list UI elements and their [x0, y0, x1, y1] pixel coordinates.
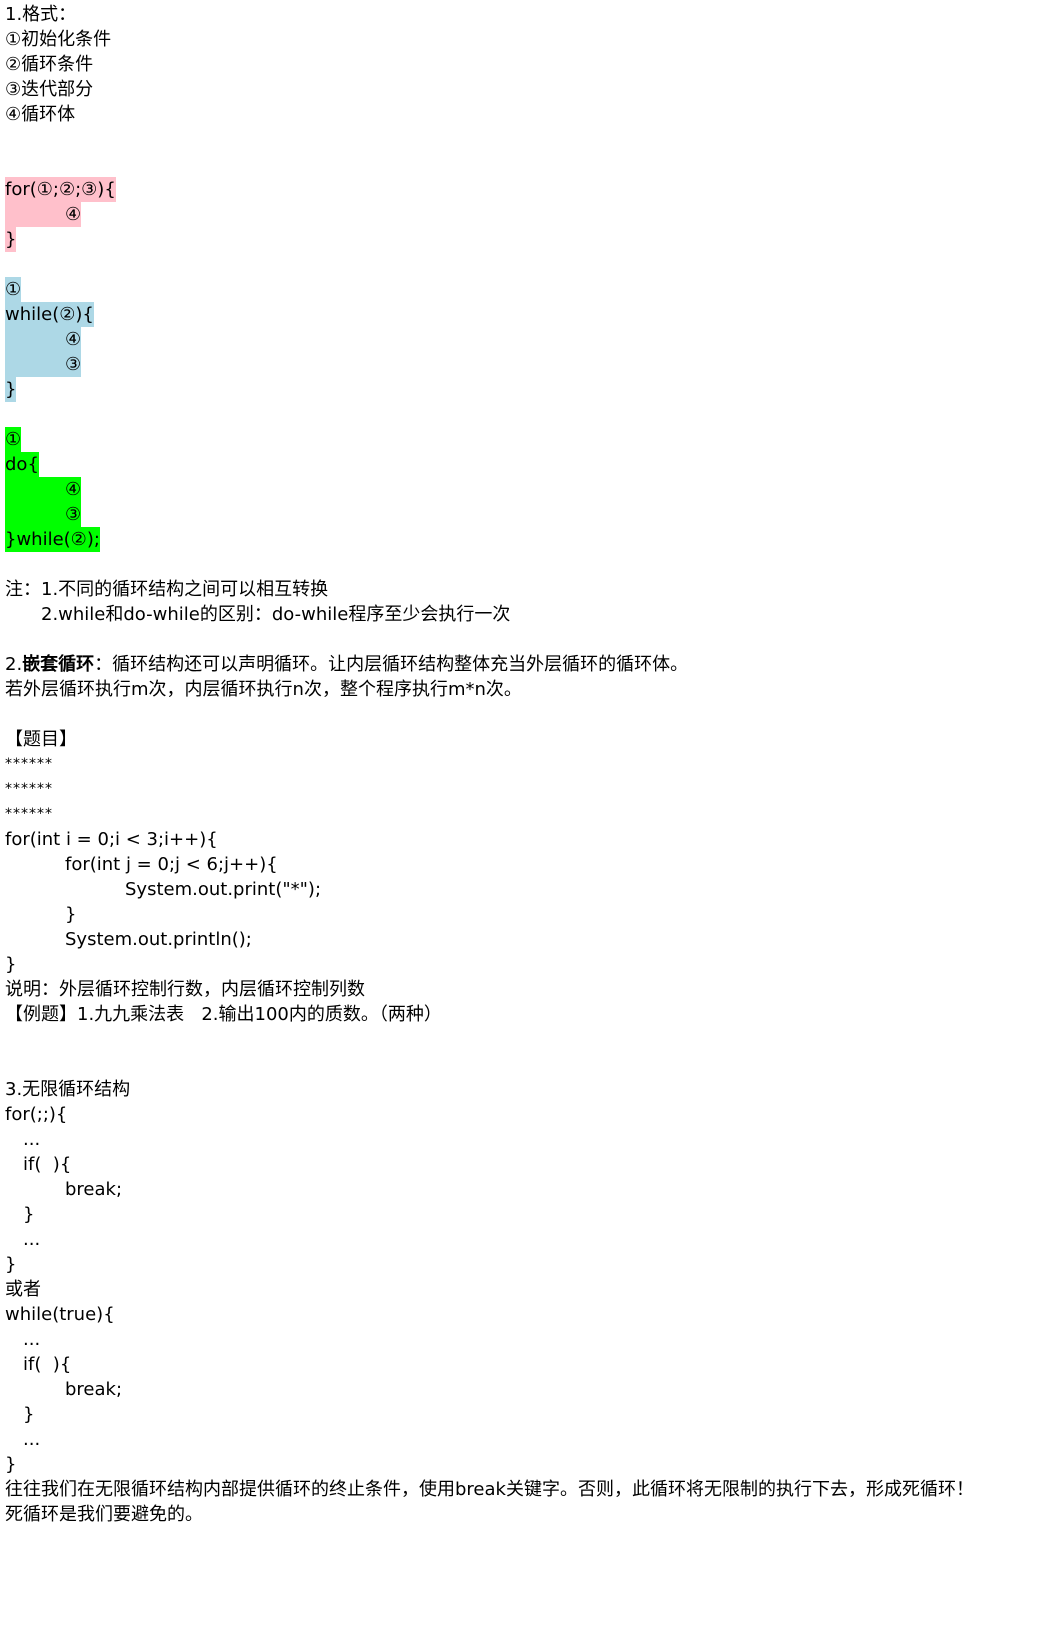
while-code-text: } — [5, 377, 17, 402]
section2-heading: 2.嵌套循环：循环结构还可以声明循环。让内层循环结构整体充当外层循环的循环体。 — [5, 652, 1030, 677]
do-code-text: ① — [5, 427, 22, 452]
do-code-text: ③ — [5, 502, 82, 527]
while-code-line: ③ — [5, 352, 1030, 377]
star-row: ****** — [5, 756, 53, 772]
do-code-text: }while(②); — [5, 527, 100, 552]
code-line: } — [23, 1404, 35, 1425]
document-body: 1.格式： ①初始化条件 ②循环条件 ③迭代部分 ④循环体 for(①;②;③)… — [5, 2, 1030, 1527]
while-code-text: while(②){ — [5, 302, 94, 327]
code-line: System.out.println(); — [65, 929, 252, 950]
note-line-2: 2.while和do-while的区别：do-while程序至少会执行一次 — [41, 604, 511, 625]
while-code-line: } — [5, 377, 1030, 402]
code-line: } — [65, 904, 77, 925]
note-line-1: 注：1.不同的循环结构之间可以相互转换 — [5, 579, 329, 600]
code-line: ... — [23, 1129, 41, 1150]
for-code-line: for(①;②;③){ — [5, 177, 1030, 202]
code-line: if( ){ — [23, 1154, 72, 1175]
do-code-line: ④ — [5, 477, 1030, 502]
code-line: while(true){ — [5, 1304, 115, 1325]
section1-title: 1.格式： — [5, 4, 77, 25]
code-line: ... — [23, 1329, 41, 1350]
conclusion-line-2: 死循环是我们要避免的。 — [5, 1504, 203, 1525]
do-code-line: do{ — [5, 452, 1030, 477]
code-line: } — [5, 1454, 17, 1475]
code-line: for(int j = 0;j < 6;j++){ — [65, 854, 278, 875]
while-code-line: ④ — [5, 327, 1030, 352]
code-line: } — [5, 1254, 17, 1275]
section2-bold-term: 嵌套循环 — [22, 654, 95, 675]
for-code-line: ④ — [5, 202, 1030, 227]
section3-title: 3.无限循环结构 — [5, 1079, 131, 1100]
code-line: break; — [65, 1379, 123, 1400]
do-code-line: ③ — [5, 502, 1030, 527]
code-line: } — [5, 954, 17, 975]
code-line: } — [23, 1204, 35, 1225]
exercise-explain: 说明：外层循环控制行数，内层循环控制列数 — [5, 979, 365, 1000]
code-line: for(;;){ — [5, 1104, 68, 1125]
or-text: 或者 — [5, 1279, 41, 1300]
while-code-line: ① — [5, 277, 1030, 302]
for-code-text: ④ — [5, 202, 82, 227]
for-code-line: } — [5, 227, 1030, 252]
format-item-iteration: ③迭代部分 — [5, 79, 94, 100]
section2-description: ：循环结构还可以声明循环。让内层循环结构整体充当外层循环的循环体。 — [94, 654, 689, 675]
code-line: for(int i = 0;i < 3;i++){ — [5, 829, 218, 850]
do-code-text: do{ — [5, 452, 39, 477]
code-line: System.out.print("*"); — [125, 879, 322, 900]
format-item-body: ④循环体 — [5, 104, 76, 125]
section2-line-2: 若外层循环执行m次，内层循环执行n次，整个程序执行m*n次。 — [5, 679, 522, 700]
exercise-title: 【题目】 — [5, 729, 77, 750]
do-code-line: }while(②); — [5, 527, 1030, 552]
code-line: if( ){ — [23, 1354, 72, 1375]
while-code-line: while(②){ — [5, 302, 1030, 327]
star-row: ****** — [5, 781, 53, 797]
star-row: ****** — [5, 806, 53, 822]
format-item-init: ①初始化条件 — [5, 29, 112, 50]
section2-prefix: 2. — [5, 654, 23, 675]
for-code-text: } — [5, 227, 17, 252]
while-code-text: ① — [5, 277, 22, 302]
while-code-text: ④ — [5, 327, 82, 352]
code-line: ... — [23, 1229, 41, 1250]
code-line: ... — [23, 1429, 41, 1450]
while-code-text: ③ — [5, 352, 82, 377]
code-line: break; — [65, 1179, 123, 1200]
for-code-text: for(①;②;③){ — [5, 177, 116, 202]
format-item-condition: ②循环条件 — [5, 54, 94, 75]
do-code-text: ④ — [5, 477, 82, 502]
conclusion-line-1: 往往我们在无限循环结构内部提供循环的终止条件，使用break关键字。否则，此循环… — [5, 1479, 974, 1500]
do-code-line: ① — [5, 427, 1030, 452]
exercise-examples: 【例题】1.九九乘法表 2.输出100内的质数。（两种） — [5, 1004, 442, 1025]
